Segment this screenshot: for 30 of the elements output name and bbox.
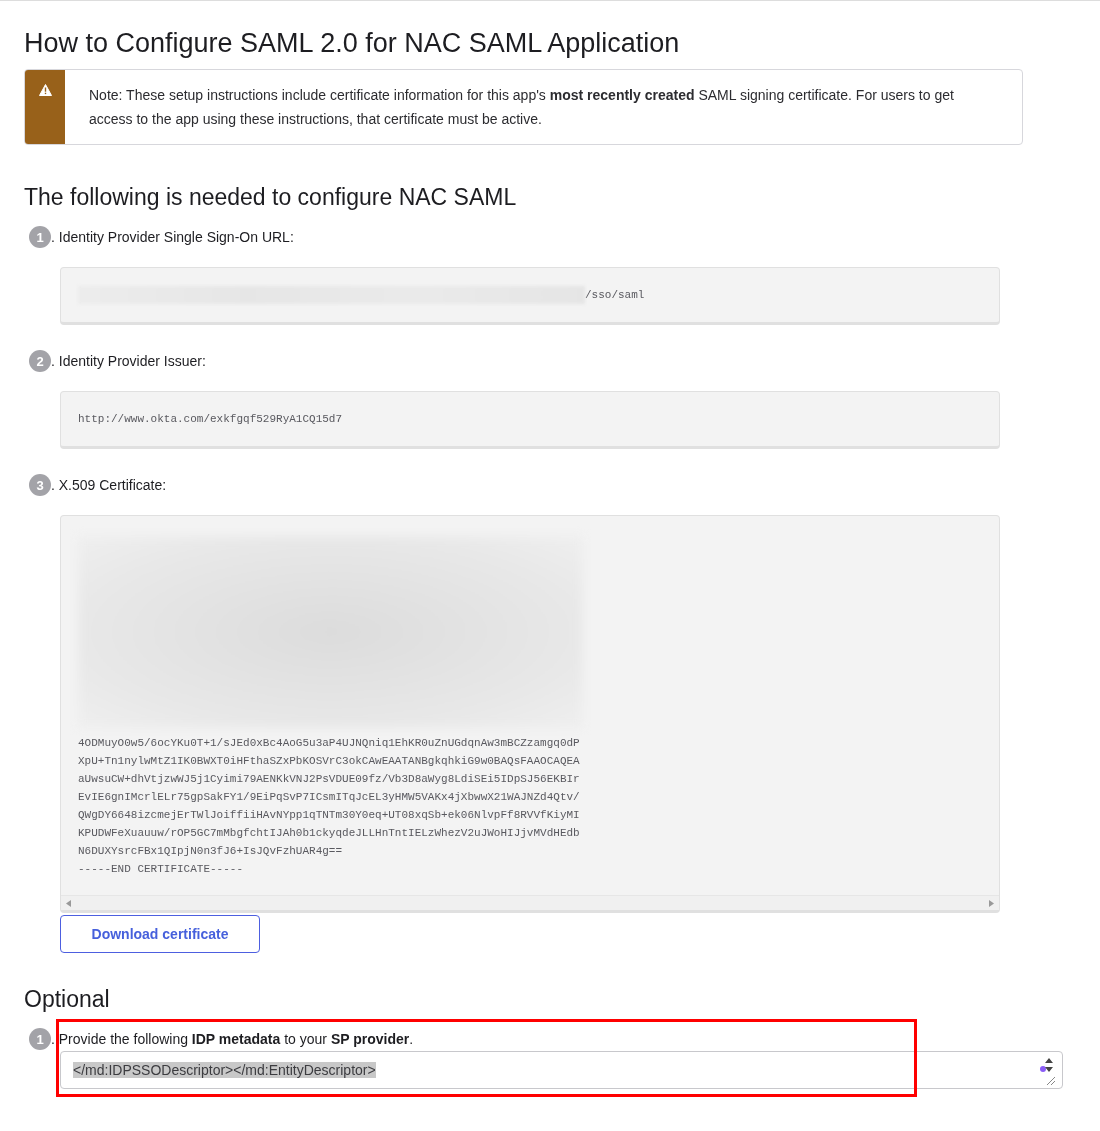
note-text: Note: These setup instructions include certificate information for this app's most recently created SAML signing certificate. For users to get access to the app using these instructions, that certificate must be active.: [88, 86, 955, 129]
section-heading: Optional: [24, 985, 111, 1014]
cursor-dot: [1040, 1066, 1046, 1072]
code-text: /sso/saml: [585, 289, 645, 301]
code-line: QWgDY6648izcmejErTWlJoiffiiHAvNYpp1qTNTm30Y0eq+UT08xqSb+ek06NlvpFf8RVVfKiyMI: [78, 808, 581, 823]
step-number: 1: [29, 226, 51, 248]
step-label: . X.509 Certificate:: [51, 477, 167, 493]
step-label: . Identity Provider Single Sign-On URL:: [51, 229, 294, 245]
step-number: 3: [29, 474, 51, 496]
metadata-textarea[interactable]: </md:IDPSSODescriptor></md:EntityDescriptor>: [60, 1051, 1063, 1089]
code-line: aUwsuCW+dhVtjzwWJ5j1Cyimi79AENKkVNJ2PsVDUE09fz/Vb3D8aWyg8LdiSEi5IDpSJ56EKBIr: [78, 772, 581, 787]
warning-icon: [38, 84, 52, 96]
step-label: . Identity Provider Issuer:: [51, 353, 206, 369]
section-heading: The following is needed to configure NAC SAML: [24, 183, 518, 212]
code-line: XpU+Tn1nylwMtZ1IK0BWXT0iHFthaSZxPbKOSVrC3okCAwEAATANBgkqhkiG9w0BAQsFAAOCAQEA: [78, 754, 581, 769]
metadata-text: </md:IDPSSODescriptor></md:EntityDescriptor>: [73, 1062, 376, 1078]
code-line: KPUDWFeXuauuw/rOP5GC7mMbgfchtIJAh0b1ckyqdeJLLHnTntIELzWhezV2uJWoHIJjvMVdHEdb: [78, 826, 581, 841]
code-line: 4ODMuyO0w5/6ocYKu0T+1/sJEd0xBc4AoG5u3aP4UJNQniq1EhKR0uZnUGdqnAw3mBCZzamgq0dP: [78, 736, 581, 751]
code-line: N6DUXYsrcFBx1QIpjN0n3fJ6+IsJQvFzhUAR4g==: [78, 844, 344, 859]
download-certificate-button[interactable]: Download certificate: [60, 915, 260, 953]
code-line: EvIE6gnIMcrlELr75gpSakFY1/9EiPqSvP7ICsmITqJcEL3yHMW5VAKx4jXbwwX21WAJNZd4Qtv/: [78, 790, 581, 805]
code-line: -----END CERTIFICATE-----: [78, 862, 245, 877]
page-title: How to Configure SAML 2.0 for NAC SAML Application: [24, 27, 681, 60]
horizontal-scrollbar[interactable]: [61, 895, 999, 910]
step-label: . Provide the following IDP metadata to your SP provider.: [51, 1031, 414, 1047]
step-number: 1: [29, 1028, 51, 1050]
code-text: http://www.okta.com/exkfgqf529RyA1CQ15d7: [78, 413, 343, 425]
step-number: 2: [29, 350, 51, 372]
scroll-left-icon[interactable]: [66, 900, 71, 907]
scroll-right-icon[interactable]: [989, 900, 994, 907]
